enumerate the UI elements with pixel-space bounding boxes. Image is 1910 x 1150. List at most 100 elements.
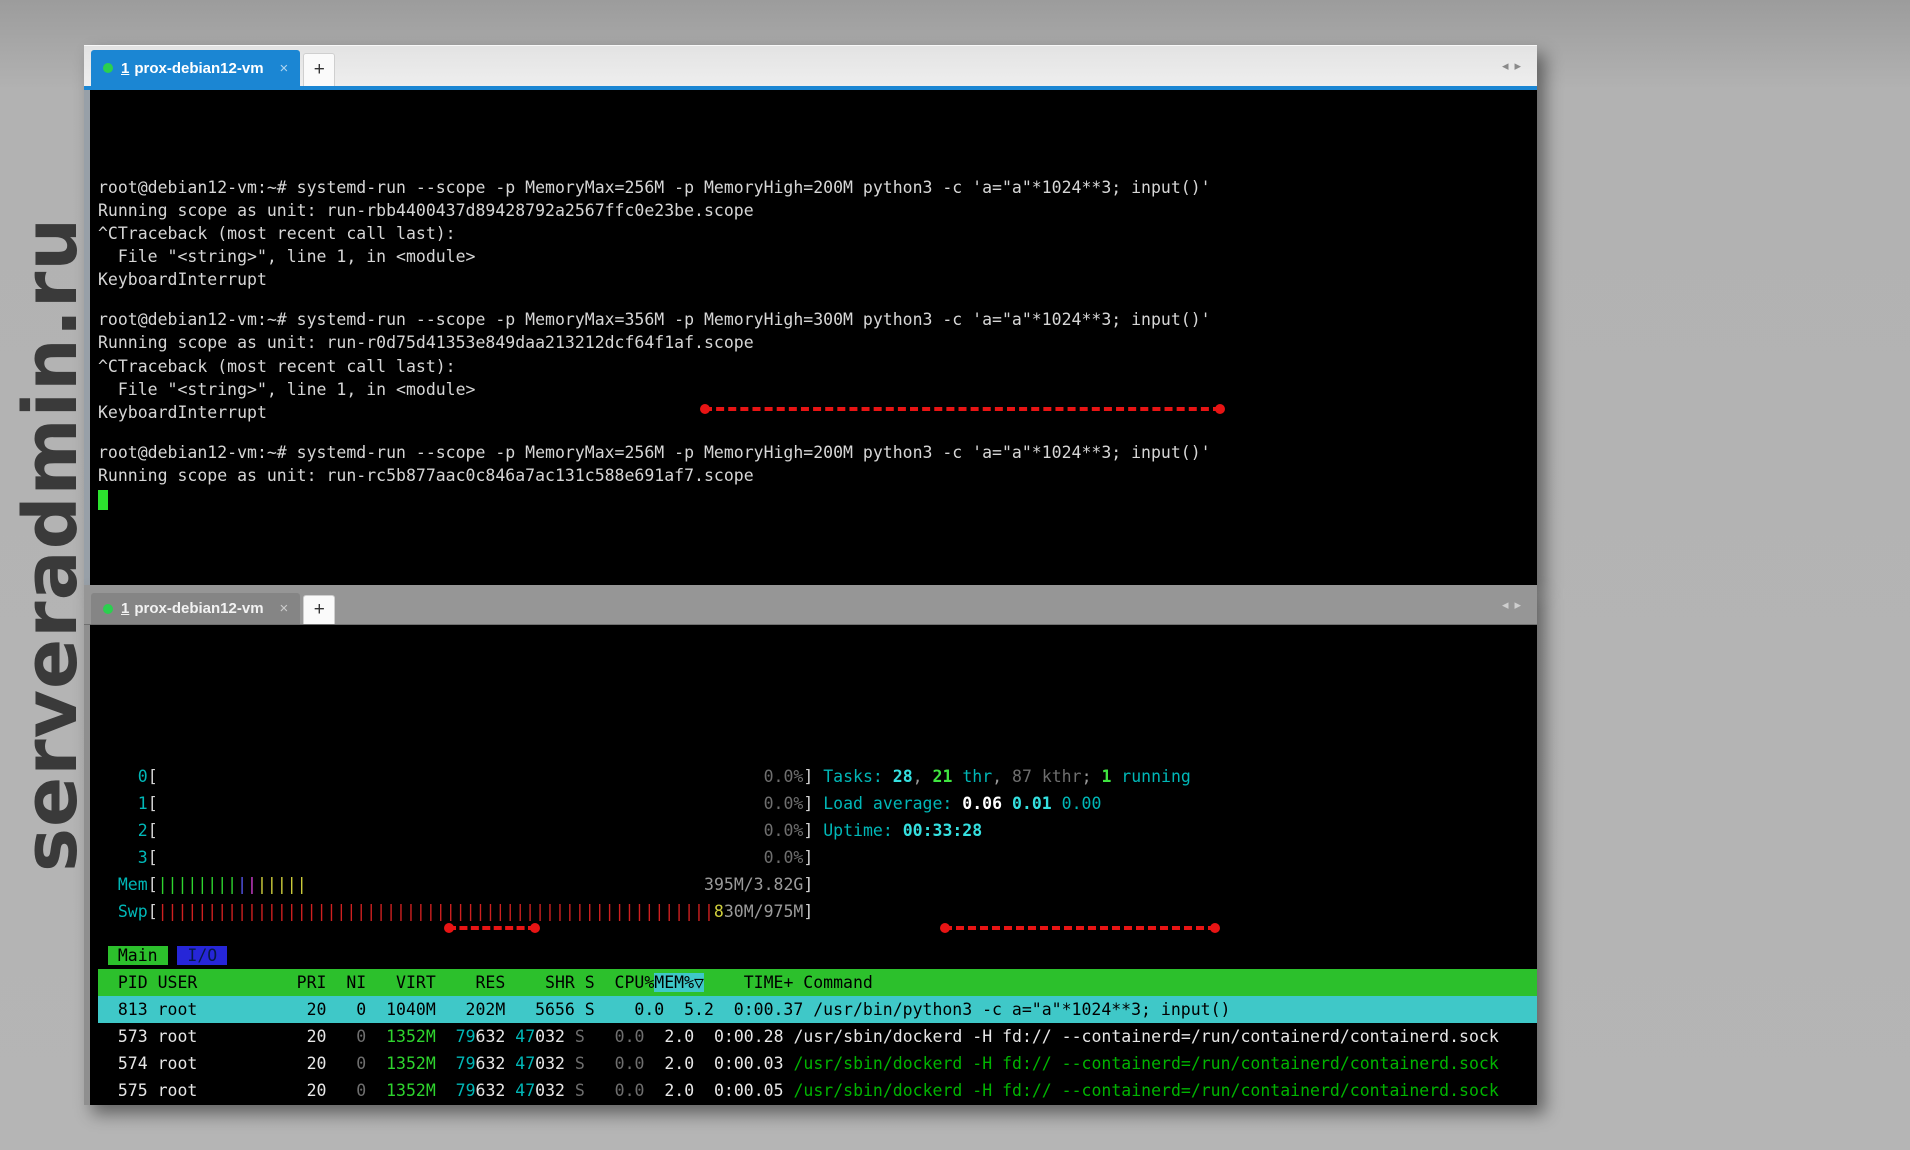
text-segment: 1 <box>1101 767 1111 786</box>
text-segment <box>158 794 764 813</box>
sort-column-mem[interactable]: MEM%▽ <box>654 973 704 992</box>
text-segment: 0.01 <box>1012 794 1062 813</box>
htop-output[interactable]: 0[ 0.0%] Tasks: 28, 21 thr, 87 kthr; 1 r… <box>84 625 1537 1105</box>
text-segment: 47 <box>505 1081 535 1100</box>
terminal-cursor <box>98 490 108 510</box>
text-segment: 0.00 <box>1062 794 1102 813</box>
terminal-line: 1[ 0.0%] Load average: 0.06 0.01 0.00 <box>98 790 1537 817</box>
tab-title: prox-debian12-vm <box>134 600 263 617</box>
text-segment: ] <box>803 848 813 867</box>
text-segment: 1352M <box>366 1027 436 1046</box>
text-segment: [ <box>148 821 158 840</box>
text-segment: 575 root 20 <box>98 1081 326 1100</box>
text-segment: ] <box>803 902 813 921</box>
terminal-line: KeyboardInterrupt <box>98 268 1537 291</box>
text-segment: 0:00.03 <box>694 1054 783 1073</box>
tab-prox-debian12-vm-bottom[interactable]: 1 prox-debian12-vm × <box>91 593 300 624</box>
text-segment <box>158 848 764 867</box>
text-segment: root@debian12-vm:~# systemd-run --scope … <box>98 310 1211 329</box>
text-segment: | <box>237 875 247 894</box>
text-segment: KeyboardInterrupt <box>98 270 267 289</box>
text-segment: 47 <box>505 1027 535 1046</box>
terminal-line: ^CTraceback (most recent call last): <box>98 222 1537 245</box>
text-segment <box>98 946 108 965</box>
text-segment: S <box>565 1081 585 1100</box>
scroll-right-icon[interactable]: ▸ <box>1514 597 1527 612</box>
text-segment: 0.0% <box>764 848 804 867</box>
text-segment: 0.0% <box>764 821 804 840</box>
new-tab-button[interactable]: + <box>303 595 335 624</box>
text-segment: 30M/975M <box>724 902 803 921</box>
text-segment: , <box>992 767 1012 786</box>
terminal-line: 575 root 20 0 1352M 79632 47032 S 0.0 2.… <box>98 1077 1537 1104</box>
text-segment: ] <box>803 875 813 894</box>
terminal-line: Running scope as unit: run-r0d75d41353e8… <box>98 331 1537 354</box>
text-segment: Tasks: <box>823 767 893 786</box>
terminal-line <box>98 487 1537 510</box>
text-segment: 1352M <box>366 1081 436 1100</box>
scroll-left-icon[interactable]: ◂ <box>1502 597 1515 612</box>
session-active-icon <box>103 604 113 614</box>
scroll-right-icon[interactable]: ▸ <box>1514 58 1527 73</box>
text-segment: 3 <box>138 848 148 867</box>
text-segment: 79 <box>436 1054 476 1073</box>
annotation-red-underline-res <box>448 926 536 930</box>
text-segment <box>98 848 138 867</box>
text-segment: 0.0% <box>764 794 804 813</box>
htop-tab-main[interactable]: Main <box>108 946 168 965</box>
text-segment: [ <box>148 767 158 786</box>
text-segment: [ <box>148 848 158 867</box>
text-segment: Swp <box>118 902 148 921</box>
text-segment: ] <box>803 821 823 840</box>
text-segment: TIME+ Command <box>704 973 873 992</box>
terminal-line <box>98 925 1537 942</box>
text-segment <box>98 767 138 786</box>
tab-number: 1 <box>121 600 129 617</box>
text-segment: 0.0 <box>585 1054 645 1073</box>
text-segment: 21 <box>933 767 953 786</box>
tab-title: prox-debian12-vm <box>134 60 263 77</box>
text-segment: | <box>247 875 257 894</box>
text-segment: 813 root 20 0 1040M 202M 5656 S 0.0 5.2 … <box>98 1000 1230 1019</box>
tab-prox-debian12-vm-top[interactable]: 1 prox-debian12-vm × <box>91 50 300 86</box>
scroll-left-icon[interactable]: ◂ <box>1502 58 1515 73</box>
text-segment: 2 <box>138 821 148 840</box>
text-segment: 79 <box>436 1027 476 1046</box>
text-segment: ^CTraceback (most recent call last): <box>98 224 456 243</box>
text-segment: 632 <box>476 1054 506 1073</box>
text-segment: 0.0% <box>764 767 804 786</box>
text-segment: Mem <box>118 875 148 894</box>
tab-bar-top: 1 prox-debian12-vm × + ◂▸ <box>84 45 1537 90</box>
session-active-icon <box>103 63 113 73</box>
terminal-line: Running scope as unit: run-rc5b877aac0c8… <box>98 464 1537 487</box>
text-segment: ] <box>803 767 823 786</box>
terminal-line: Running scope as unit: run-rbb4400437d89… <box>98 199 1537 222</box>
tab-scroll-arrows[interactable]: ◂▸ <box>1502 58 1527 74</box>
text-segment: 87 kthr <box>1012 767 1082 786</box>
new-tab-button[interactable]: + <box>303 53 335 86</box>
text-segment: 0.0 <box>585 1027 645 1046</box>
text-segment: 1 <box>138 794 148 813</box>
terminal-line: root@debian12-vm:~# systemd-run --scope … <box>98 441 1537 464</box>
tab-bar-bottom: 1 prox-debian12-vm × + ◂▸ <box>84 585 1537 625</box>
text-segment: |||||||| <box>158 875 237 894</box>
htop-tab-io[interactable]: I/O <box>177 946 227 965</box>
terminal-line: KeyboardInterrupt <box>98 401 1537 424</box>
text-segment: 032 <box>535 1054 565 1073</box>
text-segment: 0.0 <box>585 1081 645 1100</box>
terminal-line: 576 root 20 0 1352M 79632 47032 S 0.0 2.… <box>98 1104 1537 1106</box>
text-segment: S <box>565 1027 585 1046</box>
terminal-line: root@debian12-vm:~# systemd-run --scope … <box>98 176 1537 199</box>
terminal-output-top[interactable]: root@debian12-vm:~# systemd-run --scope … <box>84 90 1537 585</box>
text-segment <box>98 875 118 894</box>
text-segment: running <box>1111 767 1190 786</box>
text-segment <box>158 821 764 840</box>
tab-scroll-arrows[interactable]: ◂▸ <box>1502 597 1527 613</box>
text-segment <box>98 902 118 921</box>
close-tab-icon[interactable]: × <box>280 60 289 77</box>
text-segment: 032 <box>535 1027 565 1046</box>
text-segment <box>168 946 178 965</box>
text-segment: PID USER PRI NI VIRT RES SHR S CPU% <box>98 973 654 992</box>
text-segment: 00:33:28 <box>903 821 982 840</box>
close-tab-icon[interactable]: × <box>280 600 289 617</box>
